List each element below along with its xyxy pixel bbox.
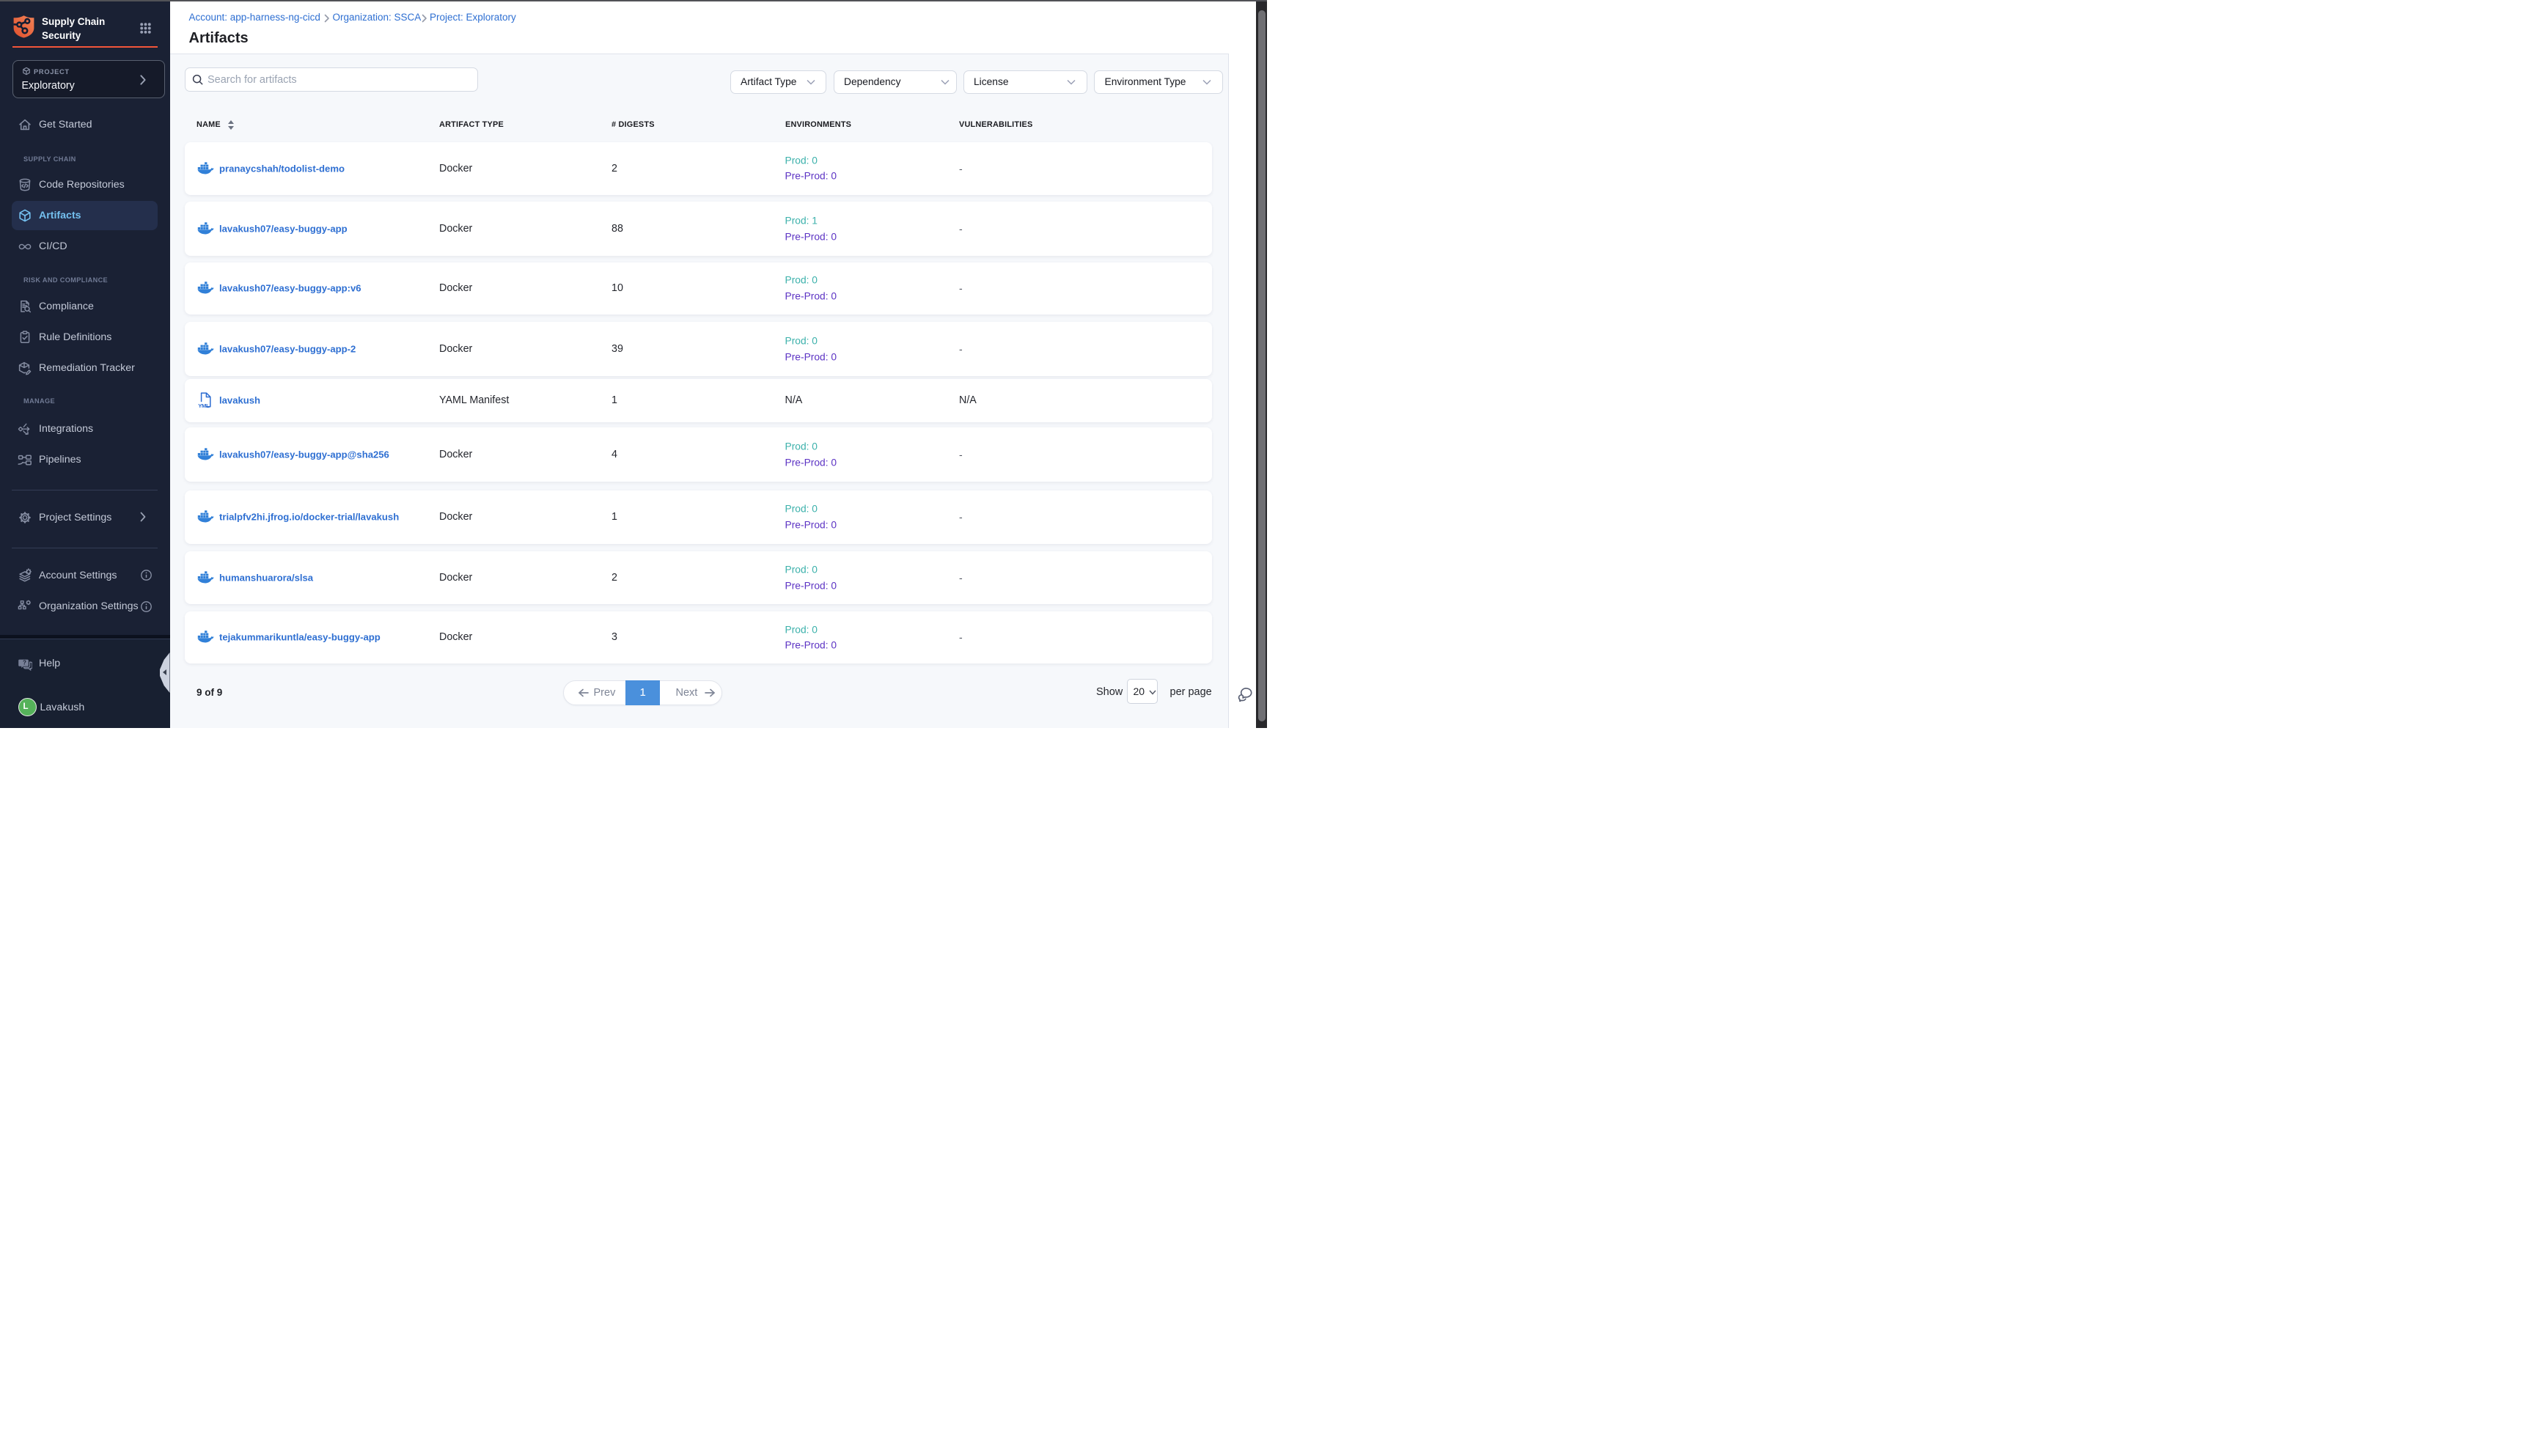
svg-text:?: ? [23,660,26,666]
svg-text:YML: YML [198,402,210,408]
